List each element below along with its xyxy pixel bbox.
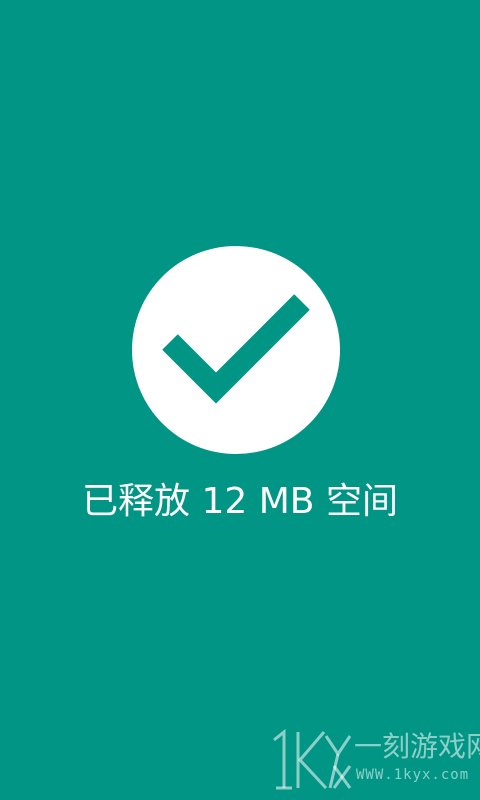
watermark-url: WWW.1kyx.com bbox=[356, 767, 470, 783]
cleanup-complete-screen: 已释放 12 MB 空间 一刻游戏网 WWW.1kyx.com bbox=[0, 0, 480, 800]
checkmark-icon bbox=[162, 294, 310, 404]
site-watermark: 一刻游戏网 WWW.1kyx.com bbox=[268, 726, 480, 800]
watermark-logo-icon bbox=[273, 728, 352, 790]
watermark-site-name: 一刻游戏网 bbox=[354, 730, 480, 763]
success-badge bbox=[132, 246, 340, 454]
space-freed-message: 已释放 12 MB 空间 bbox=[82, 481, 398, 522]
